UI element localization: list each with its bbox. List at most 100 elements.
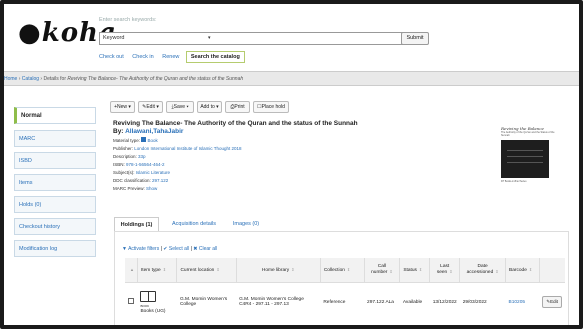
sort-icon: ⇕ <box>528 266 533 272</box>
marc-preview-line: MARC Preview: Show <box>113 186 157 191</box>
breadcrumb-record: Reviving The Balance- The Authority of t… <box>67 76 244 82</box>
breadcrumb-home[interactable]: Home <box>4 76 17 82</box>
breadcrumb-catalog[interactable]: Catalog <box>22 76 39 82</box>
material-type: Material type: Book <box>113 137 158 143</box>
clear-all-link[interactable]: Clear all <box>199 246 217 252</box>
sort-icon: ⇕ <box>346 266 351 272</box>
header-collection[interactable]: Collection ⇕ <box>320 258 365 282</box>
filter-separator: | <box>160 246 162 252</box>
cell-item-type: BOOK Books (UG) <box>137 281 177 322</box>
tab-holdings[interactable]: Holdings (1) <box>114 217 159 232</box>
new-button[interactable]: +New ▾ <box>110 101 135 113</box>
tab-images[interactable]: Images (0) <box>226 217 266 232</box>
header-date-accessioned[interactable]: Date accessioned ⇕ <box>459 258 506 282</box>
publisher-label: Publisher: <box>113 146 134 151</box>
print-button[interactable]: ⎙Print <box>225 101 250 113</box>
save-button[interactable]: ⤓Save ▾ <box>166 101 194 113</box>
sidebar-item-holds[interactable]: Holds (0) <box>14 196 96 213</box>
header-call-number-label: Call number <box>371 264 388 276</box>
ddc-value: 297.122 <box>152 178 169 183</box>
header-status[interactable]: Status ⇕ <box>399 258 431 282</box>
header-barcode[interactable]: Barcode ⇕ <box>505 258 540 282</box>
header-call-number[interactable]: Call number ⇕ <box>364 258 401 282</box>
add-to-button[interactable]: Add to ▾ <box>197 101 222 113</box>
sidebar-item-checkout-history[interactable]: Checkout history <box>14 218 96 235</box>
cell-barcode: B10205 <box>505 281 540 322</box>
save-label: Save <box>173 104 186 110</box>
subject-link[interactable]: Islamic Literature <box>136 170 170 175</box>
ddc-label: DDC classification: <box>113 178 151 183</box>
sidebar-item-normal[interactable]: Normal <box>14 107 96 124</box>
marc-label: MARC Preview: <box>113 186 145 191</box>
cell-status: Available <box>399 281 430 322</box>
item-type-small-label: BOOK <box>140 303 150 308</box>
breadcrumb: Home › Catalog › Details for Reviving Th… <box>4 71 579 86</box>
header-home-library-label: Home library <box>261 267 290 273</box>
sort-icon: ⇕ <box>449 269 453 275</box>
isbn-line: ISBN: 978-1-56564-464-2 <box>113 162 165 167</box>
cell-date-accessioned: 29/03/2022 <box>459 281 506 322</box>
row-checkbox-cell <box>125 281 138 322</box>
author-link[interactable]: Allawani,TahaJabir <box>125 128 183 135</box>
sort-icon: ⇕ <box>418 266 423 272</box>
author-label: By: <box>113 128 124 135</box>
material-label: Material type: <box>113 138 141 143</box>
sidebar-item-items[interactable]: Items <box>14 174 96 191</box>
check-in-link[interactable]: Check in <box>132 54 153 60</box>
barcode-link[interactable]: B10205 <box>509 300 526 305</box>
header-current-location[interactable]: Current location ⇕ <box>176 258 237 282</box>
edit-button[interactable]: ✎Edit ▾ <box>138 101 163 113</box>
renew-link[interactable]: Renew <box>162 54 179 60</box>
window-frame: ●koha Enter search keywords: Keyword ▾ S… <box>0 0 583 329</box>
close-icon: ✖ <box>193 246 198 252</box>
book-icon <box>141 137 147 142</box>
sort-icon: ⇕ <box>162 266 167 272</box>
header-home-library[interactable]: Home library ⇕ <box>236 258 321 282</box>
activate-filters-link[interactable]: Activate filters <box>128 246 159 252</box>
cell-collection: Reference <box>320 281 365 322</box>
header-last-seen[interactable]: Last seen ⇕ <box>429 258 461 282</box>
filter-links: ▼ Activate filters | ✔ Select all | ✖ Cl… <box>122 246 217 252</box>
sort-icon: ⇕ <box>291 266 295 272</box>
filter-separator-2: | <box>190 246 192 252</box>
add-to-label: Add to <box>200 104 215 110</box>
search-type-select[interactable]: Keyword <box>103 35 124 41</box>
row-checkbox[interactable] <box>128 298 134 305</box>
check-out-link[interactable]: Check out <box>99 54 124 60</box>
header-status-label: Status <box>403 267 417 273</box>
sort-up-icon: ▲ <box>130 266 134 272</box>
sidebar-item-isbd[interactable]: ISBD <box>14 152 96 169</box>
place-hold-button[interactable]: ☐Place hold <box>253 101 289 113</box>
sort-column-header[interactable]: ▲ <box>125 258 138 282</box>
record-author: By: Allawani,TahaJabir <box>113 128 183 135</box>
isbn-value: 978-1-56564-464-2 <box>126 162 165 167</box>
cell-current-location: G.M. Momin Women's College <box>176 281 237 322</box>
sidebar: Normal MARC ISBD Items Holds (0) Checkou… <box>14 107 96 257</box>
description-value: 33p <box>138 154 146 159</box>
place-hold-label: Place hold <box>261 104 285 110</box>
breadcrumb-prefix: Details for <box>43 76 66 82</box>
item-edit-button[interactable]: ✎Edit <box>542 296 562 309</box>
koha-logo-mark: ● <box>18 18 42 48</box>
sidebar-item-modification-log[interactable]: Modification log <box>14 240 96 257</box>
check-icon: ✔ <box>163 246 168 252</box>
publisher-line: Publisher: London International Institut… <box>113 146 242 151</box>
search-input[interactable]: Keyword ▾ <box>99 32 409 45</box>
isbn-label: ISBN: <box>113 162 125 167</box>
header-item-type[interactable]: Item type ⇕ <box>137 258 178 282</box>
header-item-type-label: Item type <box>140 267 161 273</box>
cell-home-library: G.M. Momin Women's College C4R4 - 297.11… <box>236 281 321 322</box>
submit-button[interactable]: Submit <box>401 32 429 45</box>
ddc-line: DDC classification: 297.122 <box>113 178 168 183</box>
table-row: BOOK Books (UG) G.M. Momin Women's Colle… <box>125 281 565 322</box>
header-current-location-label: Current location <box>180 267 215 273</box>
book-cover[interactable]: Reviving the Balance The Authority of th… <box>501 126 561 196</box>
select-all-link[interactable]: Select all <box>169 246 189 252</box>
description-label: Description: <box>113 154 137 159</box>
search-label: Enter search keywords: <box>99 17 157 23</box>
marc-show-link[interactable]: Show <box>146 186 157 191</box>
tab-acquisition-details[interactable]: Acquisition details <box>164 217 224 232</box>
sidebar-item-marc[interactable]: MARC <box>14 130 96 147</box>
publisher-link[interactable]: London International Institute of Islami… <box>134 146 241 151</box>
search-catalog-tab[interactable]: Search the catalog <box>185 51 245 63</box>
